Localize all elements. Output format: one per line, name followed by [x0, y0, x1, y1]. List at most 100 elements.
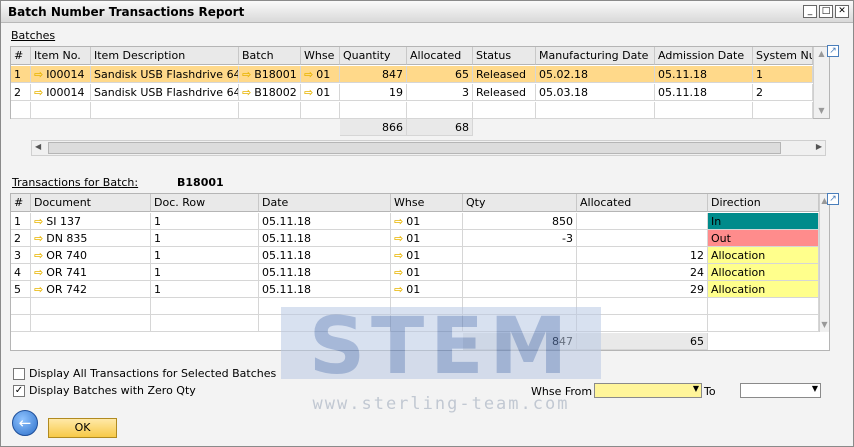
batch-cell-desc[interactable]: Sandisk USB Flashdrive 64GB — [91, 66, 239, 83]
transaction-cell-qty[interactable] — [463, 247, 577, 264]
link-arrow-icon[interactable]: ⇨ — [394, 266, 403, 279]
transaction-cell-date[interactable]: 05.11.18 — [259, 213, 391, 230]
scroll-down-icon[interactable]: ▼ — [820, 318, 829, 332]
scroll-down-icon[interactable]: ▼ — [814, 104, 829, 118]
batch-cell-item_no[interactable]: ⇨ I00014 — [31, 66, 91, 83]
transaction-cell-row[interactable]: 1 — [151, 247, 259, 264]
batch-cell-qty[interactable]: 847 — [340, 66, 407, 83]
link-arrow-icon[interactable]: ⇨ — [34, 266, 43, 279]
batch-cell-num[interactable]: 1 — [11, 66, 31, 83]
scroll-right-icon[interactable]: ▶ — [816, 142, 822, 151]
batch-cell-status[interactable]: Released — [473, 84, 536, 101]
link-arrow-icon[interactable]: ⇨ — [242, 68, 251, 81]
transaction-cell-alloc[interactable] — [577, 213, 708, 230]
minimize-icon[interactable]: _ — [803, 5, 817, 18]
transactions-vscrollbar[interactable]: ▲ ▼ — [819, 194, 829, 332]
transaction-cell-alloc[interactable]: 24 — [577, 264, 708, 281]
scroll-left-icon[interactable]: ◀ — [35, 142, 41, 151]
transaction-cell-doc[interactable]: ⇨ OR 742 — [31, 281, 151, 298]
transaction-cell-row[interactable]: 1 — [151, 213, 259, 230]
batch-cell-qty[interactable]: 19 — [340, 84, 407, 101]
transaction-cell-whse[interactable]: ⇨ 01 — [391, 281, 463, 298]
transaction-cell-date[interactable]: 05.11.18 — [259, 247, 391, 264]
transaction-cell-dir[interactable]: Allocation — [708, 247, 819, 264]
close-icon[interactable]: ✕ — [835, 5, 849, 18]
batch-cell-num[interactable]: 2 — [11, 84, 31, 101]
batch-cell-desc[interactable]: Sandisk USB Flashdrive 64GB — [91, 84, 239, 101]
link-arrow-icon[interactable]: ⇨ — [304, 68, 313, 81]
link-arrow-icon[interactable]: ⇨ — [394, 232, 403, 245]
transaction-cell-qty[interactable]: 850 — [463, 213, 577, 230]
transaction-cell-qty[interactable]: -3 — [463, 230, 577, 247]
transaction-cell-alloc[interactable] — [577, 230, 708, 247]
batches-hscrollbar[interactable]: ◀ ▶ — [31, 140, 826, 156]
transaction-cell-whse[interactable]: ⇨ 01 — [391, 230, 463, 247]
batch-cell-adm[interactable]: 05.11.18 — [655, 84, 753, 101]
link-arrow-icon[interactable]: ⇨ — [34, 232, 43, 245]
whse-to-select[interactable]: ▼ — [740, 383, 821, 398]
batch-cell-alloc[interactable]: 3 — [407, 84, 473, 101]
link-arrow-icon[interactable]: ⇨ — [34, 215, 43, 228]
link-arrow-icon[interactable]: ⇨ — [34, 249, 43, 262]
link-arrow-icon[interactable]: ⇨ — [34, 86, 43, 99]
batch-cell-whse[interactable]: ⇨ 01 — [301, 84, 340, 101]
display-all-checkbox[interactable] — [13, 368, 25, 380]
transaction-cell-dir[interactable]: Out — [708, 230, 819, 247]
batch-cell-item_no-text: I00014 — [46, 86, 85, 99]
transaction-cell-dir[interactable]: Allocation — [708, 264, 819, 281]
transaction-cell-num[interactable]: 2 — [11, 230, 31, 247]
transaction-cell-date[interactable]: 05.11.18 — [259, 264, 391, 281]
link-arrow-icon[interactable]: ⇨ — [242, 86, 251, 99]
transaction-cell-whse[interactable]: ⇨ 01 — [391, 247, 463, 264]
back-icon[interactable]: ← — [12, 410, 38, 436]
report-window: Batch Number Transactions Report _ □ ✕ B… — [0, 0, 854, 447]
transaction-cell-doc[interactable]: ⇨ SI 137 — [31, 213, 151, 230]
transaction-cell-num[interactable]: 3 — [11, 247, 31, 264]
batch-cell-item_no[interactable]: ⇨ I00014 — [31, 84, 91, 101]
transaction-cell-whse[interactable]: ⇨ 01 — [391, 213, 463, 230]
batch-cell-mfg[interactable]: 05.03.18 — [536, 84, 655, 101]
batch-cell-alloc[interactable]: 65 — [407, 66, 473, 83]
transaction-cell-row[interactable]: 1 — [151, 264, 259, 281]
expand-icon[interactable]: ↗ — [827, 193, 839, 205]
transaction-cell-num[interactable]: 5 — [11, 281, 31, 298]
batch-cell-status[interactable]: Released — [473, 66, 536, 83]
transaction-cell-doc[interactable]: ⇨ OR 740 — [31, 247, 151, 264]
batches-vscrollbar[interactable]: ▲ ▼ — [813, 47, 829, 118]
transaction-cell-doc[interactable]: ⇨ OR 741 — [31, 264, 151, 281]
hscroll-thumb[interactable] — [48, 142, 781, 154]
batch-cell-whse[interactable]: ⇨ 01 — [301, 66, 340, 83]
batch-cell-adm[interactable]: 05.11.18 — [655, 66, 753, 83]
link-arrow-icon[interactable]: ⇨ — [34, 283, 43, 296]
transaction-cell-alloc[interactable]: 29 — [577, 281, 708, 298]
link-arrow-icon[interactable]: ⇨ — [34, 68, 43, 81]
transaction-cell-row[interactable]: 1 — [151, 281, 259, 298]
ok-button[interactable]: OK — [48, 418, 117, 438]
transaction-cell-num[interactable]: 4 — [11, 264, 31, 281]
batch-cell-sys[interactable]: 1 — [753, 66, 813, 83]
empty-cell — [577, 298, 708, 315]
transaction-cell-doc[interactable]: ⇨ DN 835 — [31, 230, 151, 247]
transaction-cell-num[interactable]: 1 — [11, 213, 31, 230]
display-zero-checkbox[interactable]: ✓ — [13, 385, 25, 397]
link-arrow-icon[interactable]: ⇨ — [394, 249, 403, 262]
transaction-cell-row[interactable]: 1 — [151, 230, 259, 247]
transaction-cell-date[interactable]: 05.11.18 — [259, 281, 391, 298]
transaction-cell-qty[interactable] — [463, 264, 577, 281]
batch-cell-batch[interactable]: ⇨ B18001 — [239, 66, 301, 83]
transaction-cell-dir[interactable]: Allocation — [708, 281, 819, 298]
whse-from-select[interactable]: ▼ — [594, 383, 702, 398]
batch-cell-mfg[interactable]: 05.02.18 — [536, 66, 655, 83]
link-arrow-icon[interactable]: ⇨ — [304, 86, 313, 99]
link-arrow-icon[interactable]: ⇨ — [394, 215, 403, 228]
expand-icon[interactable]: ↗ — [827, 45, 839, 57]
transaction-cell-alloc[interactable]: 12 — [577, 247, 708, 264]
transaction-cell-date[interactable]: 05.11.18 — [259, 230, 391, 247]
transaction-cell-qty[interactable] — [463, 281, 577, 298]
batch-cell-batch[interactable]: ⇨ B18002 — [239, 84, 301, 101]
transaction-cell-whse[interactable]: ⇨ 01 — [391, 264, 463, 281]
transaction-cell-dir[interactable]: In — [708, 213, 819, 230]
batch-cell-sys[interactable]: 2 — [753, 84, 813, 101]
link-arrow-icon[interactable]: ⇨ — [394, 283, 403, 296]
maximize-icon[interactable]: □ — [819, 5, 833, 18]
